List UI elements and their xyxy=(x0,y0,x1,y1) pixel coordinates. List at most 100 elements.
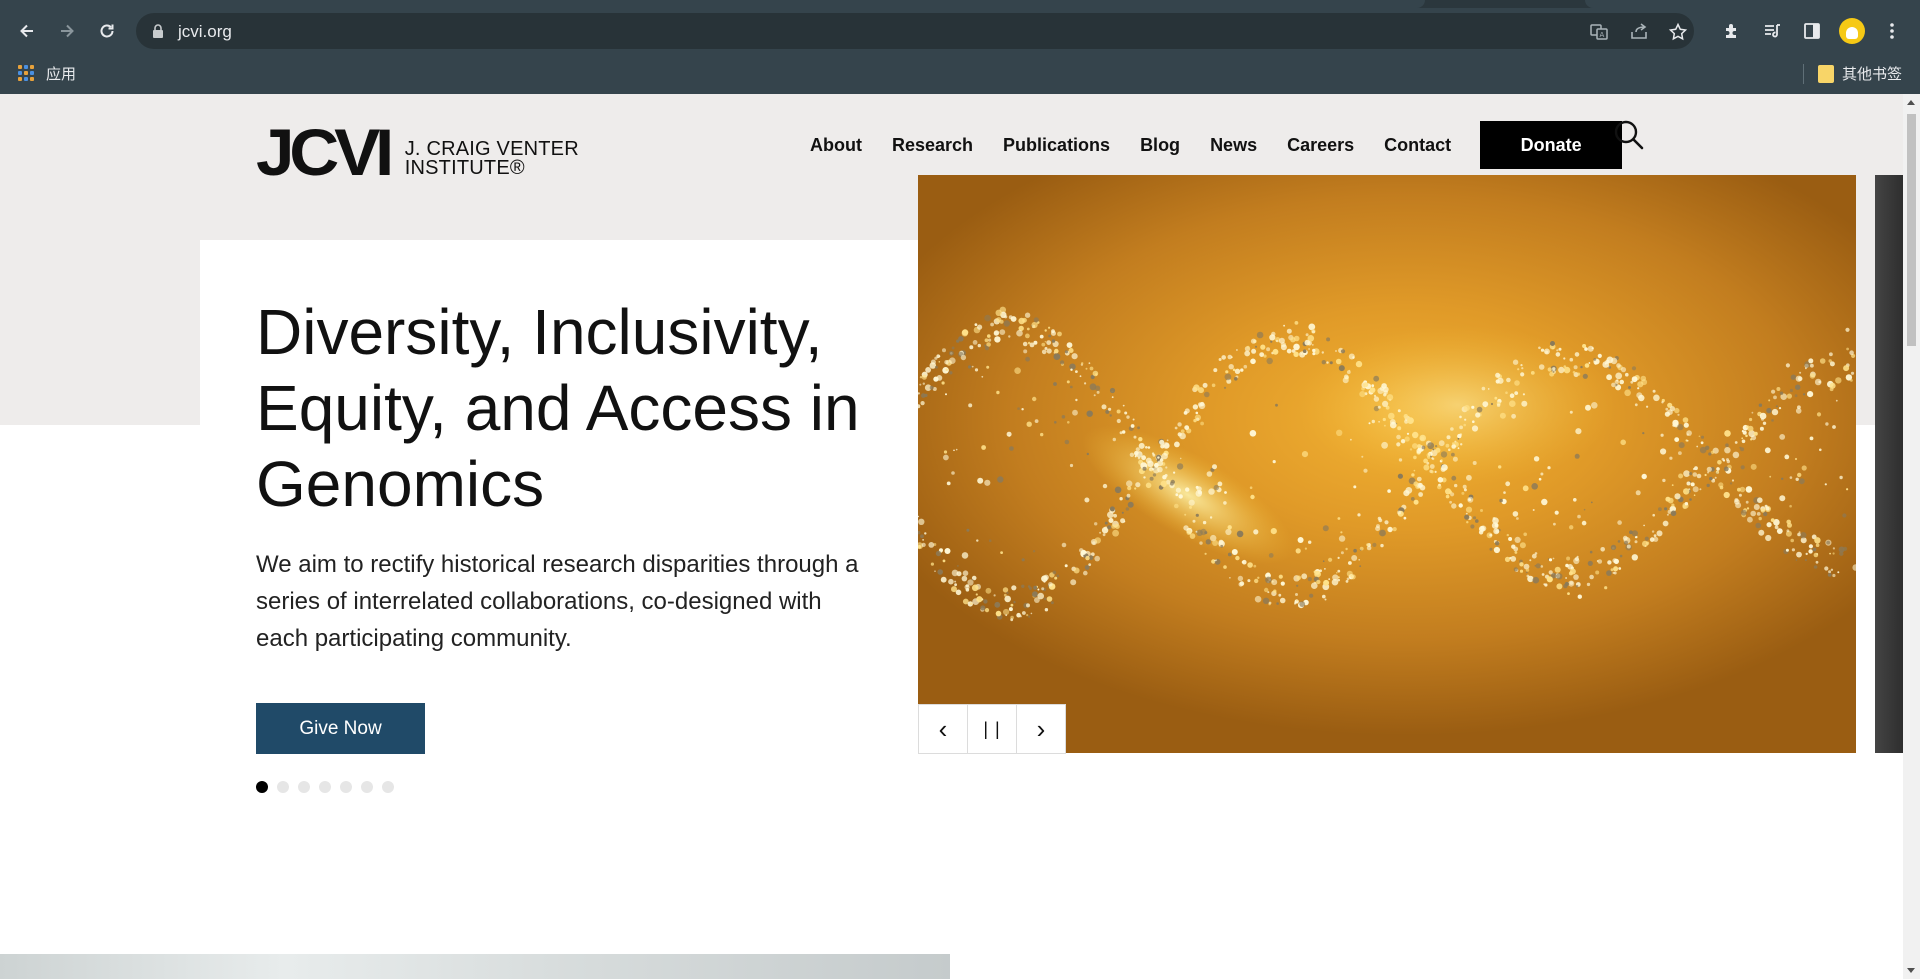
dna-sparkle xyxy=(1612,558,1618,563)
url-text[interactable]: jcvi.org xyxy=(178,22,232,42)
dna-sparkle xyxy=(1254,578,1259,584)
dna-sparkle xyxy=(1373,375,1380,382)
dna-sparkle xyxy=(1392,527,1397,532)
scroll-thumb[interactable] xyxy=(1907,114,1916,346)
dna-sparkle xyxy=(1316,579,1321,585)
slide-dot[interactable] xyxy=(256,781,268,793)
dna-sparkle xyxy=(1256,331,1264,339)
dna-sparkle xyxy=(1567,592,1570,595)
slide-dot[interactable] xyxy=(277,781,289,793)
nav-publications[interactable]: Publications xyxy=(1003,135,1110,156)
scroll-up-arrow[interactable] xyxy=(1907,100,1915,105)
dna-sparkle xyxy=(936,375,943,381)
menu-kebab-icon[interactable] xyxy=(1877,16,1907,46)
dna-sparkle xyxy=(1751,411,1754,414)
slide-dot[interactable] xyxy=(340,781,352,793)
dna-sparkle xyxy=(1324,598,1327,601)
dna-sparkle xyxy=(1849,350,1854,355)
dna-sparkle xyxy=(1622,535,1628,541)
dna-sparkle xyxy=(1460,443,1463,446)
scroll-down-arrow[interactable] xyxy=(1907,968,1915,973)
page-scrollbar[interactable] xyxy=(1903,94,1920,979)
side-panel-icon[interactable] xyxy=(1797,16,1827,46)
share-icon[interactable] xyxy=(1628,21,1650,43)
star-icon[interactable] xyxy=(1667,21,1689,43)
dna-sparkle xyxy=(1072,409,1078,416)
extensions-icon[interactable] xyxy=(1717,16,1747,46)
dna-sparkle xyxy=(1240,368,1244,372)
dna-sparkle xyxy=(1704,473,1707,477)
dna-sparkle xyxy=(1615,372,1623,380)
dna-sparkle xyxy=(1723,491,1730,499)
dna-sparkle xyxy=(1618,567,1622,570)
slide-dot[interactable] xyxy=(382,781,394,793)
dna-sparkle xyxy=(1322,594,1326,599)
dna-sparkle xyxy=(1819,448,1822,452)
dna-sparkle xyxy=(1671,503,1675,507)
previous-slide-button[interactable]: ‹ xyxy=(918,704,968,754)
media-queue-icon[interactable] xyxy=(1757,16,1787,46)
search-icon[interactable] xyxy=(1612,118,1646,152)
dna-sparkle xyxy=(1234,368,1241,374)
nav-research[interactable]: Research xyxy=(892,135,973,156)
dna-sparkle xyxy=(1417,444,1422,449)
nav-contact[interactable]: Contact xyxy=(1384,135,1451,156)
nav-careers[interactable]: Careers xyxy=(1287,135,1354,156)
dna-sparkle xyxy=(1251,348,1257,354)
bookmark-other[interactable]: 其他书签 xyxy=(1818,63,1902,84)
tab[interactable] xyxy=(1585,0,1920,8)
active-tab[interactable] xyxy=(0,0,1425,8)
page-viewport: JCVI J. CRAIG VENTER INSTITUTE® About Re… xyxy=(0,94,1903,979)
dna-sparkle xyxy=(1674,493,1681,500)
dna-sparkle xyxy=(1157,460,1163,467)
back-arrow-icon[interactable] xyxy=(10,14,44,48)
dna-sparkle xyxy=(925,367,931,373)
dna-sparkle xyxy=(1610,357,1618,365)
jcvi-logo[interactable]: JCVI J. CRAIG VENTER INSTITUTE® xyxy=(256,119,579,185)
reload-icon[interactable] xyxy=(90,14,124,48)
dna-sparkle xyxy=(966,528,970,532)
dna-sparkle xyxy=(1529,559,1532,562)
dna-sparkle xyxy=(984,314,991,322)
dna-sparkle xyxy=(1206,471,1213,477)
dna-sparkle xyxy=(1037,588,1040,591)
dna-sparkle xyxy=(1068,348,1074,353)
dna-sparkle xyxy=(1021,558,1025,562)
dna-sparkle xyxy=(1056,574,1060,578)
dna-sparkle xyxy=(1678,473,1684,479)
dna-sparkle xyxy=(1530,371,1535,375)
slide-dot[interactable] xyxy=(298,781,310,793)
address-bar[interactable]: jcvi.org A xyxy=(136,13,1694,49)
dna-sparkle xyxy=(1108,518,1114,523)
donate-button[interactable]: Donate xyxy=(1480,121,1623,169)
dna-sparkle xyxy=(1337,517,1341,520)
give-now-button[interactable]: Give Now xyxy=(256,703,425,754)
dna-sparkle xyxy=(1791,548,1795,552)
profile-avatar[interactable] xyxy=(1839,18,1865,44)
dna-sparkle xyxy=(1829,361,1835,367)
nav-about[interactable]: About xyxy=(810,135,862,156)
dna-sparkle xyxy=(1377,405,1381,409)
dna-sparkle xyxy=(918,392,920,395)
dna-sparkle xyxy=(1577,594,1582,599)
dna-sparkle xyxy=(1336,429,1343,436)
dna-sparkle xyxy=(1323,579,1330,586)
pause-slide-button[interactable]: | | xyxy=(967,704,1017,754)
dna-sparkle xyxy=(1683,488,1690,495)
dna-sparkle xyxy=(1064,564,1068,568)
lock-icon[interactable] xyxy=(152,24,164,38)
nav-blog[interactable]: Blog xyxy=(1140,135,1180,156)
forward-arrow-icon[interactable] xyxy=(50,14,84,48)
dna-sparkle xyxy=(1174,426,1178,430)
next-slide-button[interactable]: › xyxy=(1016,704,1066,754)
dna-sparkle xyxy=(977,477,984,484)
translate-icon[interactable]: A xyxy=(1588,21,1610,43)
slide-dot[interactable] xyxy=(361,781,373,793)
logo-text: J. CRAIG VENTER INSTITUTE® xyxy=(405,139,579,178)
dna-sparkle xyxy=(1223,501,1227,505)
dna-sparkle xyxy=(1437,477,1444,483)
dna-sparkle xyxy=(1660,433,1664,437)
nav-news[interactable]: News xyxy=(1210,135,1257,156)
slide-dot[interactable] xyxy=(319,781,331,793)
bookmark-apps[interactable]: 应用 xyxy=(18,63,76,84)
